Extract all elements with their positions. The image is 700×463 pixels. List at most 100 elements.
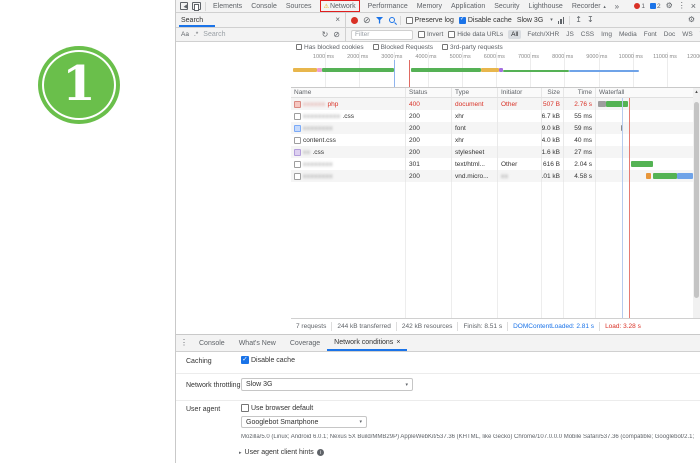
export-har-icon[interactable]: ↧ bbox=[587, 16, 594, 24]
request-row[interactable]: xxxxxxphp400documentOther507 B2.76 s bbox=[291, 98, 693, 110]
checkbox-icon bbox=[442, 44, 448, 50]
chevron-down-icon: ▾ bbox=[405, 382, 408, 388]
waterfall-bar bbox=[677, 173, 693, 179]
column-gridline bbox=[452, 182, 498, 318]
3rd-party-requests-checkbox[interactable]: 3rd-party requests bbox=[442, 44, 503, 51]
table-scrollbar[interactable]: ▴ bbox=[693, 88, 700, 318]
request-row[interactable]: xxxxxxxxxx.css200xhr16.7 kB55 ms bbox=[291, 110, 693, 122]
tab-elements[interactable]: Elements bbox=[212, 3, 243, 10]
tab-performance[interactable]: Performance bbox=[367, 3, 409, 10]
request-row[interactable]: xx.css200stylesheet1.6 kB27 ms bbox=[291, 146, 693, 158]
drawer-tab-network-conditions[interactable]: Network conditions× bbox=[327, 335, 407, 351]
search-input[interactable]: Search bbox=[203, 31, 316, 38]
tab-security[interactable]: Security bbox=[493, 3, 520, 10]
column-header-time[interactable]: Time bbox=[564, 88, 596, 97]
column-header-type[interactable]: Type bbox=[452, 88, 498, 97]
disable-cache-checkbox[interactable]: Disable cache bbox=[459, 17, 512, 24]
filter-input[interactable]: Filter bbox=[351, 30, 413, 40]
column-header-status[interactable]: Status bbox=[406, 88, 452, 97]
filter-type-css[interactable]: CSS bbox=[580, 31, 595, 38]
request-status-cell: 301 bbox=[406, 158, 452, 170]
filter-type-media[interactable]: Media bbox=[618, 31, 638, 38]
request-row[interactable]: xxxxxxxx200vnd.micro...xx101 kB4.58 s bbox=[291, 170, 693, 182]
drawer-tab-coverage[interactable]: Coverage bbox=[283, 335, 327, 351]
blocked-requests-checkbox[interactable]: Blocked Requests bbox=[373, 44, 433, 51]
refresh-icon[interactable]: ↻ bbox=[322, 31, 329, 39]
tab-recorder[interactable]: Recorder▲ bbox=[571, 3, 608, 10]
invert-checkbox[interactable]: Invert bbox=[418, 31, 443, 38]
column-header-name[interactable]: Name bbox=[291, 88, 406, 97]
ua-preset-dropdown[interactable]: Googlebot Smartphone ▾ bbox=[241, 416, 367, 428]
drawer-tab-what-s-new[interactable]: What's New bbox=[232, 335, 283, 351]
network-settings-gear-icon[interactable]: ⚙ bbox=[688, 16, 695, 24]
more-tabs-icon[interactable]: » bbox=[615, 2, 619, 11]
kebab-menu-icon[interactable]: ⋮ bbox=[678, 2, 686, 10]
regex-icon[interactable]: .* bbox=[194, 31, 198, 38]
network-toolbar: ⊘ Preserve log Disable cache Slow 3G▾ ↥ … bbox=[346, 13, 700, 28]
preserve-log-checkbox[interactable]: Preserve log bbox=[406, 17, 454, 24]
request-size-cell: 616 B bbox=[542, 158, 564, 170]
separator bbox=[507, 322, 508, 331]
clear-search-icon[interactable]: ⊘ bbox=[333, 31, 340, 39]
inspect-element-icon[interactable] bbox=[180, 2, 188, 10]
hide-data-urls-checkbox[interactable]: Hide data URLs bbox=[448, 31, 503, 38]
scrollbar-thumb[interactable] bbox=[694, 102, 699, 298]
clear-network-log-icon[interactable]: ⊘ bbox=[363, 16, 371, 25]
throttling-select[interactable]: Slow 3G▾ bbox=[517, 17, 553, 24]
warning-icon: ⚠ bbox=[324, 3, 329, 10]
load-line bbox=[409, 60, 410, 87]
tab-application[interactable]: Application bbox=[450, 3, 486, 10]
drawer-kebab-icon[interactable]: ⋮ bbox=[180, 339, 188, 347]
request-row[interactable]: xxxxxxxx200font69.0 kB59 ms bbox=[291, 122, 693, 134]
divider bbox=[176, 373, 700, 374]
issues-count-badge[interactable]: 2 bbox=[650, 3, 661, 10]
close-tab-icon[interactable]: × bbox=[396, 339, 400, 346]
match-case-icon[interactable]: Aa bbox=[181, 31, 189, 38]
filter-type-font[interactable]: Font bbox=[643, 31, 658, 38]
request-row[interactable]: xxxxxxxx301text/html...Other616 B2.04 s bbox=[291, 158, 693, 170]
filter-type-img[interactable]: Img bbox=[600, 31, 613, 38]
close-devtools-icon[interactable]: × bbox=[691, 2, 696, 11]
request-status-cell: 200 bbox=[406, 170, 452, 182]
drawer-disable-cache-checkbox[interactable]: Disable cache bbox=[241, 356, 295, 364]
requests-table-body: xxxxxxphp400documentOther507 B2.76 sxxxx… bbox=[291, 98, 693, 182]
error-count-badge[interactable]: 1 bbox=[634, 3, 645, 10]
filter-type-fetch-xhr[interactable]: Fetch/XHR bbox=[526, 31, 560, 38]
drawer-tab-console[interactable]: Console bbox=[192, 335, 232, 351]
filter-type-ws[interactable]: WS bbox=[681, 31, 693, 38]
record-icon[interactable] bbox=[351, 17, 358, 24]
tab-memory[interactable]: Memory bbox=[416, 3, 443, 10]
settings-gear-icon[interactable]: ⚙ bbox=[666, 2, 673, 10]
waterfall-cell bbox=[596, 122, 693, 134]
filter-type-doc[interactable]: Doc bbox=[663, 31, 677, 38]
request-row[interactable]: content.css200xhr54.0 kB40 ms bbox=[291, 134, 693, 146]
tab-lighthouse[interactable]: Lighthouse bbox=[528, 3, 564, 10]
search-close-icon[interactable]: × bbox=[335, 16, 340, 24]
column-header-initiator[interactable]: Initiator bbox=[498, 88, 542, 97]
has-blocked-cookies-checkbox[interactable]: Has blocked cookies bbox=[296, 44, 364, 51]
request-type-cell: document bbox=[452, 98, 498, 110]
scroll-up-icon[interactable]: ▴ bbox=[693, 88, 700, 97]
device-toolbar-icon[interactable] bbox=[192, 2, 201, 10]
filter-type-js[interactable]: JS bbox=[565, 31, 575, 38]
search-network-icon[interactable] bbox=[389, 17, 395, 23]
tab-console[interactable]: Console bbox=[250, 3, 278, 10]
tab-sources[interactable]: Sources bbox=[285, 3, 313, 10]
user-agent-string: Mozilla/5.0 (Linux; Android 6.0.1; Nexus… bbox=[241, 434, 696, 440]
throttling-dropdown[interactable]: Slow 3G ▾ bbox=[241, 378, 413, 391]
tab-network[interactable]: ⚠Network bbox=[320, 0, 360, 12]
import-har-icon[interactable]: ↥ bbox=[575, 16, 582, 24]
tab-label: Lighthouse bbox=[529, 3, 563, 10]
request-size-cell: 69.0 kB bbox=[542, 122, 564, 134]
advanced-filter-row: Has blocked cookies Blocked Requests 3rd-p… bbox=[291, 42, 700, 52]
user-agent-label: User agent bbox=[186, 406, 220, 413]
column-header-size[interactable]: Size bbox=[542, 88, 564, 97]
filter-funnel-icon[interactable] bbox=[376, 17, 384, 24]
column-header-waterfall[interactable]: Waterfall bbox=[596, 88, 700, 97]
use-browser-default-checkbox[interactable]: Use browser default bbox=[241, 404, 313, 412]
network-conditions-icon[interactable] bbox=[558, 17, 565, 24]
network-overview[interactable]: 1000 ms2000 ms3000 ms4000 ms5000 ms6000 … bbox=[291, 52, 700, 88]
filter-type-all[interactable]: All bbox=[508, 30, 521, 39]
client-hints-toggle[interactable]: ▸ User agent client hints i bbox=[239, 449, 324, 456]
request-name-text: php bbox=[328, 101, 339, 108]
